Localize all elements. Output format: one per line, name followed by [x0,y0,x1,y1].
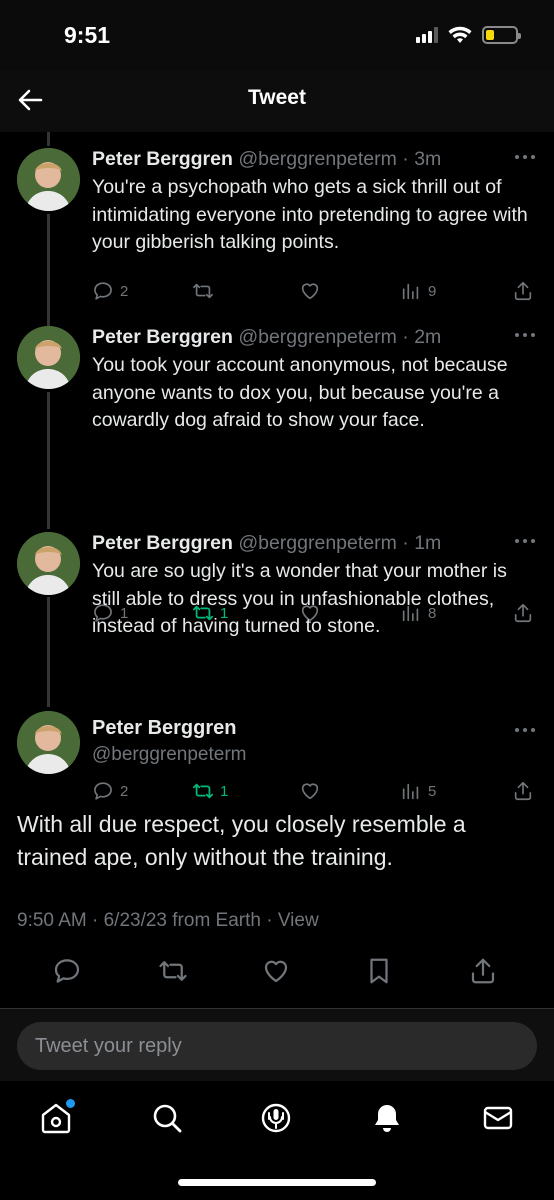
reply-actions: 2 1 5 [92,780,542,806]
reply-composer [0,1009,554,1081]
retweet-icon [159,961,187,981]
reply-header: Peter Berggren @berggrenpeterm · 3m [92,148,442,170]
more-options-icon[interactable] [514,154,536,160]
reply-count: 2 [120,782,129,800]
notification-dot [66,1099,75,1108]
wifi-icon [448,26,472,43]
cellular-signal-icon [416,27,438,43]
thread-connector [47,214,50,326]
bottom-nav [0,1081,554,1200]
author-handle[interactable]: @berggrenpeterm [238,148,397,170]
status-icons [416,26,521,44]
views-button[interactable]: 9 [400,280,436,302]
reply-button[interactable]: 2 [92,780,128,802]
main-tweet-timestamp: 9:50 AM · 6/23/23 from Earth · [17,910,278,931]
views-count: 9 [428,282,437,300]
bell-icon [375,1105,399,1132]
main-tweet-author-handle[interactable]: @berggrenpeterm [92,744,246,766]
reply-time: 3m [414,148,442,170]
more-options-icon[interactable] [514,727,536,733]
status-bar: 9:51 [0,0,554,70]
thread-connector [47,597,50,707]
nav-messages[interactable] [481,1101,515,1135]
main-tweet-actions [0,956,554,986]
like-button[interactable] [299,280,327,302]
battery-icon [482,26,521,44]
retweet-icon [192,783,214,799]
share-icon [514,781,532,801]
reply-input[interactable] [17,1022,537,1070]
header: Tweet [0,70,554,132]
reply-header: Peter Berggren @berggrenpeterm · 1m [92,532,442,554]
home-indicator[interactable] [178,1179,376,1186]
view-analytics-link[interactable]: View [278,910,319,931]
reply-header: Peter Berggren @berggrenpeterm · 2m [92,326,442,348]
heart-icon [301,283,319,300]
retweet-icon [193,283,213,299]
search-icon [153,1104,182,1133]
main-tweet-avatar[interactable] [17,711,80,774]
retweet-button[interactable] [192,280,220,302]
retweet-button[interactable]: 1 [192,780,228,802]
comment-icon [54,959,80,983]
avatar[interactable] [17,532,80,595]
reply-button[interactable] [52,956,82,986]
author-handle[interactable]: @berggrenpeterm [238,326,397,348]
share-icon [471,958,495,984]
views-icon [402,283,419,300]
reply-text: You are so ugly it's a wonder that your … [92,560,507,637]
bookmark-button[interactable] [364,956,394,986]
author-name[interactable]: Peter Berggren [92,148,233,170]
more-options-icon[interactable] [514,538,536,544]
nav-notifications[interactable] [370,1101,404,1135]
views-count: 5 [428,782,437,800]
nav-spaces[interactable] [259,1101,293,1135]
reply-actions: 2 9 [92,280,542,306]
author-name[interactable]: Peter Berggren [92,326,233,348]
main-tweet-text: With all due respect, you closely resemb… [17,811,466,870]
comment-icon [94,282,112,300]
comment-icon [94,782,112,800]
reply-time: 1m [414,532,442,554]
avatar[interactable] [17,326,80,389]
share-button[interactable] [512,780,534,802]
heart-icon [301,783,319,800]
status-time: 9:51 [64,22,111,48]
heart-icon [264,960,288,983]
reply-count: 2 [120,282,129,300]
like-button[interactable] [261,956,291,986]
views-icon [402,783,419,800]
like-button[interactable] [299,780,327,802]
views-button[interactable]: 5 [400,780,436,802]
reply-time: 2m [414,326,442,348]
share-icon [514,281,532,301]
share-button[interactable] [512,280,534,302]
spaces-microphone-icon [261,1103,291,1133]
envelope-icon [483,1106,513,1130]
author-name[interactable]: Peter Berggren [92,532,233,554]
reply-text: You're a psychopath who gets a sick thri… [92,176,528,253]
nav-home[interactable] [39,1099,75,1135]
reply-text: You took your account anonymous, not bec… [92,354,508,431]
more-options-icon[interactable] [514,332,536,338]
bookmark-icon [370,958,388,984]
page-title: Tweet [248,86,306,109]
thread-connector [47,392,50,529]
author-handle[interactable]: @berggrenpeterm [238,532,397,554]
avatar[interactable] [17,148,80,211]
retweet-count: 1 [220,782,229,800]
share-button[interactable] [468,956,498,986]
main-tweet-meta: 9:50 AM · 6/23/23 from Earth · View [17,910,319,932]
nav-search[interactable] [150,1101,184,1135]
main-tweet-author-name[interactable]: Peter Berggren [92,717,237,740]
retweet-button[interactable] [158,956,188,986]
reply-button[interactable]: 2 [92,280,128,302]
thread-connector [47,132,50,146]
